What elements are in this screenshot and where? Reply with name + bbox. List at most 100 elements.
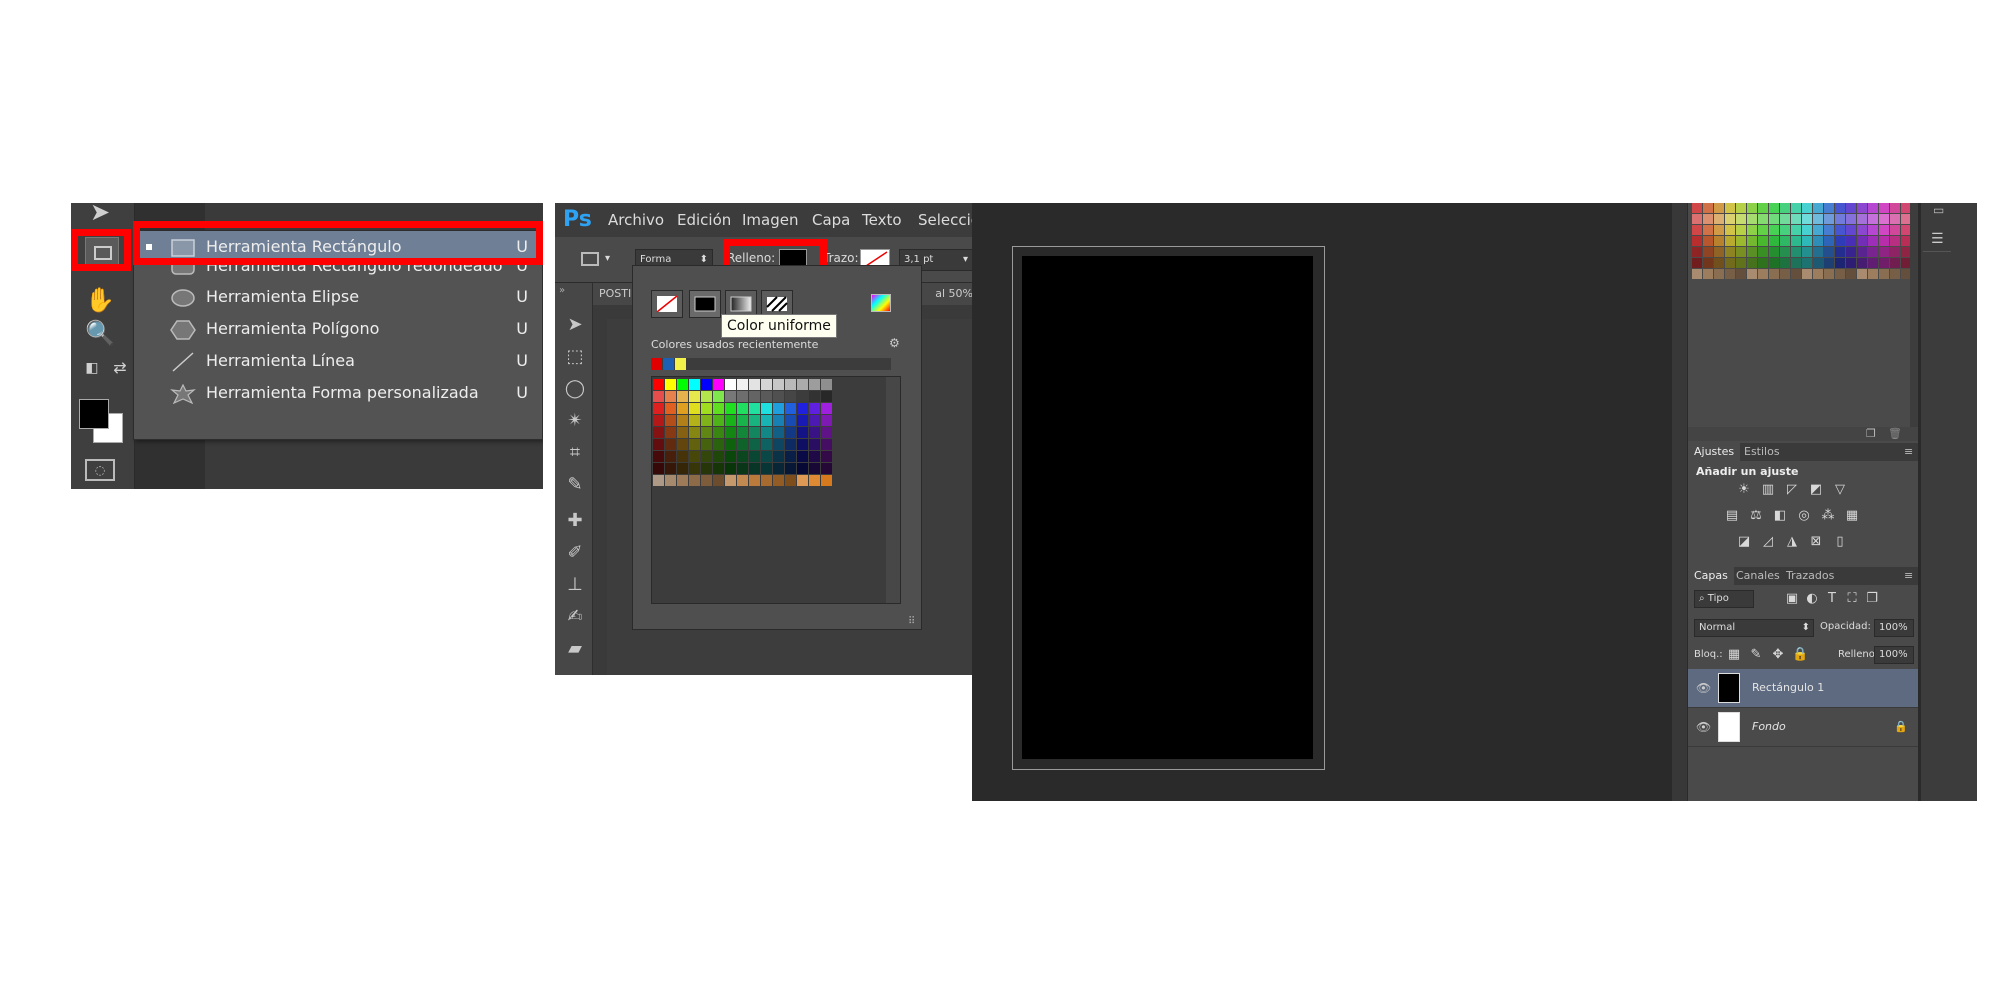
color-swatch[interactable] (1758, 225, 1768, 235)
color-swatch[interactable] (653, 439, 664, 450)
curves-icon[interactable]: ◸ (1784, 483, 1800, 497)
color-swatch[interactable] (1857, 225, 1867, 235)
color-swatch[interactable] (1714, 225, 1724, 235)
color-swatch[interactable] (1703, 236, 1713, 246)
color-swatch[interactable] (761, 451, 772, 462)
channel-mixer-icon[interactable]: ⁂ (1820, 509, 1836, 523)
magic-wand-icon[interactable]: ✴ (563, 409, 587, 433)
color-swatch[interactable] (1857, 258, 1867, 268)
color-swatch[interactable] (1780, 247, 1790, 257)
color-swatch[interactable] (1703, 225, 1713, 235)
stamp-icon[interactable]: ⊥ (563, 573, 587, 597)
color-swatch[interactable] (1824, 214, 1834, 224)
color-swatch[interactable] (797, 427, 808, 438)
color-swatch[interactable] (761, 427, 772, 438)
color-swatch[interactable] (725, 403, 736, 414)
color-swatch[interactable] (1802, 203, 1812, 213)
color-swatch[interactable] (749, 391, 760, 402)
color-swatch[interactable] (1714, 236, 1724, 246)
color-swatch[interactable] (665, 379, 676, 390)
color-swatch[interactable] (725, 415, 736, 426)
color-swatch[interactable] (1824, 247, 1834, 257)
color-swatch[interactable] (1824, 225, 1834, 235)
color-swatch[interactable] (737, 391, 748, 402)
color-swatch[interactable] (1879, 236, 1889, 246)
color-swatch[interactable] (821, 451, 832, 462)
solid-color-button[interactable] (689, 290, 721, 318)
color-swatch[interactable] (1879, 269, 1889, 279)
color-swatch[interactable] (761, 391, 772, 402)
color-swatch[interactable] (725, 391, 736, 402)
color-swatch[interactable] (749, 439, 760, 450)
marquee-icon[interactable]: ⬚ (563, 345, 587, 369)
color-swatch[interactable] (1824, 203, 1834, 213)
color-swatch[interactable] (1725, 203, 1735, 213)
color-swatch[interactable] (761, 415, 772, 426)
color-swatch[interactable] (1791, 225, 1801, 235)
black-rectangle-shape[interactable] (1022, 256, 1313, 759)
color-swatch[interactable] (1692, 236, 1702, 246)
move-icon[interactable]: ➤ (563, 313, 587, 337)
color-swatch[interactable] (1692, 247, 1702, 257)
color-swatch[interactable] (1857, 203, 1867, 213)
color-swatch[interactable] (665, 415, 676, 426)
color-swatch[interactable] (809, 427, 820, 438)
threshold-icon[interactable]: ◮ (1784, 535, 1800, 549)
color-swatch[interactable] (1835, 203, 1845, 213)
color-swatch[interactable] (1890, 225, 1900, 235)
flyout-item-polygon[interactable]: Herramienta Polígono U (134, 313, 543, 345)
trash-icon[interactable]: 🗑 (1888, 427, 1902, 440)
tab-ajustes[interactable]: Ajustes (1688, 443, 1741, 461)
color-swatch[interactable] (761, 403, 772, 414)
color-swatch[interactable] (737, 451, 748, 462)
properties-icon[interactable]: ☰ (1931, 231, 1944, 247)
color-swatch[interactable] (689, 463, 700, 474)
color-swatch[interactable] (677, 463, 688, 474)
color-swatch[interactable] (1758, 247, 1768, 257)
color-swatch[interactable] (1791, 203, 1801, 213)
color-swatch[interactable] (1857, 214, 1867, 224)
color-swatch[interactable] (713, 451, 724, 462)
color-swatch[interactable] (1736, 214, 1746, 224)
color-swatch[interactable] (1714, 258, 1724, 268)
color-swatch[interactable] (1758, 258, 1768, 268)
color-swatch[interactable] (821, 415, 832, 426)
filter-shape-icon[interactable]: ⛶ (1844, 592, 1860, 606)
color-swatch[interactable] (1769, 247, 1779, 257)
color-swatch[interactable] (1703, 203, 1713, 213)
color-swatch[interactable] (689, 451, 700, 462)
color-swatch[interactable] (701, 439, 712, 450)
color-swatch[interactable] (701, 403, 712, 414)
menu-archivo[interactable]: Archivo (608, 203, 664, 237)
color-swatch[interactable] (713, 475, 724, 486)
color-swatch[interactable] (821, 379, 832, 390)
color-swatch[interactable] (725, 427, 736, 438)
color-swatch[interactable] (1813, 247, 1823, 257)
color-swatch[interactable] (677, 451, 688, 462)
color-swatch[interactable] (1758, 214, 1768, 224)
color-swatch[interactable] (1736, 236, 1746, 246)
eyedropper-icon[interactable]: ✎ (563, 473, 587, 497)
hue-saturation-icon[interactable]: ▤ (1724, 509, 1740, 523)
tab-trazados[interactable]: Trazados (1780, 567, 1840, 585)
filter-pixel-icon[interactable]: ▣ (1784, 592, 1800, 606)
color-swatch[interactable] (1802, 258, 1812, 268)
menu-capa[interactable]: Capa (812, 203, 850, 237)
posterize-icon[interactable]: ◿ (1760, 535, 1776, 549)
resize-grip-icon[interactable]: ⠿ (908, 616, 915, 627)
color-swatch[interactable] (821, 463, 832, 474)
color-swatch[interactable] (1813, 269, 1823, 279)
lasso-icon[interactable]: ◯ (563, 377, 587, 401)
color-swatch[interactable] (1868, 258, 1878, 268)
color-swatch[interactable] (665, 439, 676, 450)
color-swatch[interactable] (773, 475, 784, 486)
color-swatch[interactable] (653, 463, 664, 474)
color-swatch[interactable] (1736, 258, 1746, 268)
color-swatch[interactable] (1692, 214, 1702, 224)
color-swatch[interactable] (677, 475, 688, 486)
color-swatch[interactable] (1725, 214, 1735, 224)
lock-move-icon[interactable]: ✥ (1770, 648, 1786, 662)
color-swatch[interactable] (1714, 203, 1724, 213)
color-swatch[interactable] (1714, 214, 1724, 224)
color-swatch[interactable] (1890, 236, 1900, 246)
